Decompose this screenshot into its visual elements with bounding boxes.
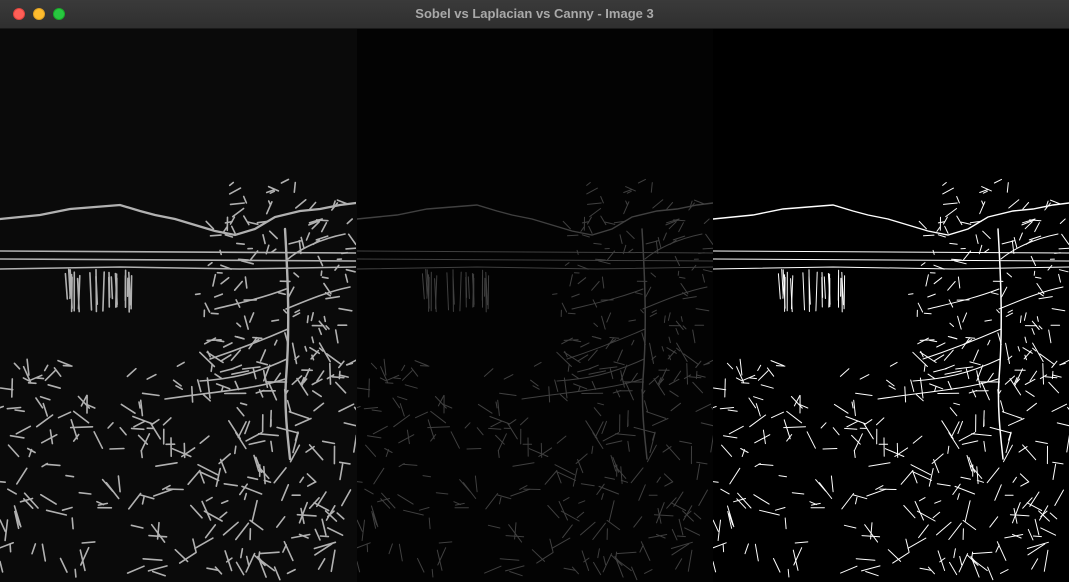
image-canvas [0, 29, 1069, 582]
laplacian-edges-art [357, 178, 713, 581]
canny-edges-art [713, 178, 1069, 581]
canny-edge-image [713, 29, 1069, 582]
sobel-edges-art [0, 178, 356, 581]
laplacian-edge-image [357, 29, 713, 582]
title-bar[interactable]: Sobel vs Laplacian vs Canny - Image 3 [0, 0, 1069, 29]
app-window: Sobel vs Laplacian vs Canny - Image 3 [0, 0, 1069, 582]
sobel-edge-image [0, 29, 357, 582]
window-title: Sobel vs Laplacian vs Canny - Image 3 [415, 6, 654, 21]
